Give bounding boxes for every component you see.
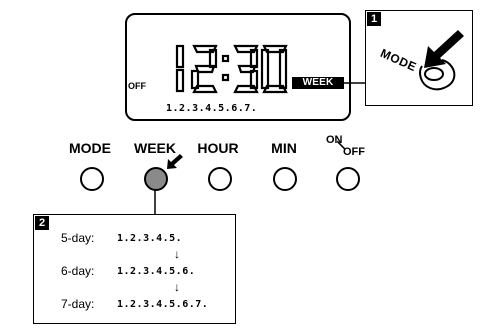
segment-digit bbox=[233, 44, 259, 94]
segment-digit bbox=[175, 44, 185, 93]
mode-button-label: MODE bbox=[69, 140, 111, 156]
weekday-digits: 1.2.3.4.5.6.7. bbox=[166, 103, 258, 114]
hand-pressing-button-icon bbox=[419, 30, 464, 91]
onoff-button[interactable] bbox=[336, 167, 360, 191]
hour-button-label: HOUR bbox=[197, 140, 239, 156]
down-arrow-icon: ↓ bbox=[174, 247, 180, 261]
mode-button[interactable] bbox=[80, 167, 104, 191]
min-button[interactable] bbox=[273, 167, 297, 191]
callout-2-leader bbox=[154, 190, 156, 215]
off-indicator: OFF bbox=[128, 81, 146, 91]
min-button-label: MIN bbox=[271, 140, 297, 156]
sequence-label: 7-day: bbox=[61, 297, 95, 311]
sequence-days: 1.2.3.4.5.6. bbox=[117, 266, 196, 277]
hour-button[interactable] bbox=[208, 167, 232, 191]
time-display bbox=[164, 44, 288, 94]
sequence-label: 5-day: bbox=[61, 231, 95, 245]
step-badge-2: 2 bbox=[35, 216, 49, 230]
press-arrow-icon bbox=[167, 154, 183, 169]
sequence-label: 6-day: bbox=[61, 264, 95, 278]
down-arrow-icon: ↓ bbox=[174, 280, 180, 294]
week-indicator: WEEK bbox=[292, 77, 344, 89]
press-arrow-icon bbox=[424, 30, 464, 68]
step-badge-1: 1 bbox=[367, 12, 381, 26]
sequence-days: 1.2.3.4.5.6.7. bbox=[117, 299, 209, 310]
sequence-days: 1.2.3.4.5. bbox=[117, 233, 183, 244]
segment-digit bbox=[190, 44, 218, 94]
seven-segment-digits bbox=[175, 44, 288, 94]
colon bbox=[221, 54, 230, 82]
segment-digit bbox=[260, 44, 288, 94]
onoff-label-off: OFF bbox=[343, 146, 365, 158]
